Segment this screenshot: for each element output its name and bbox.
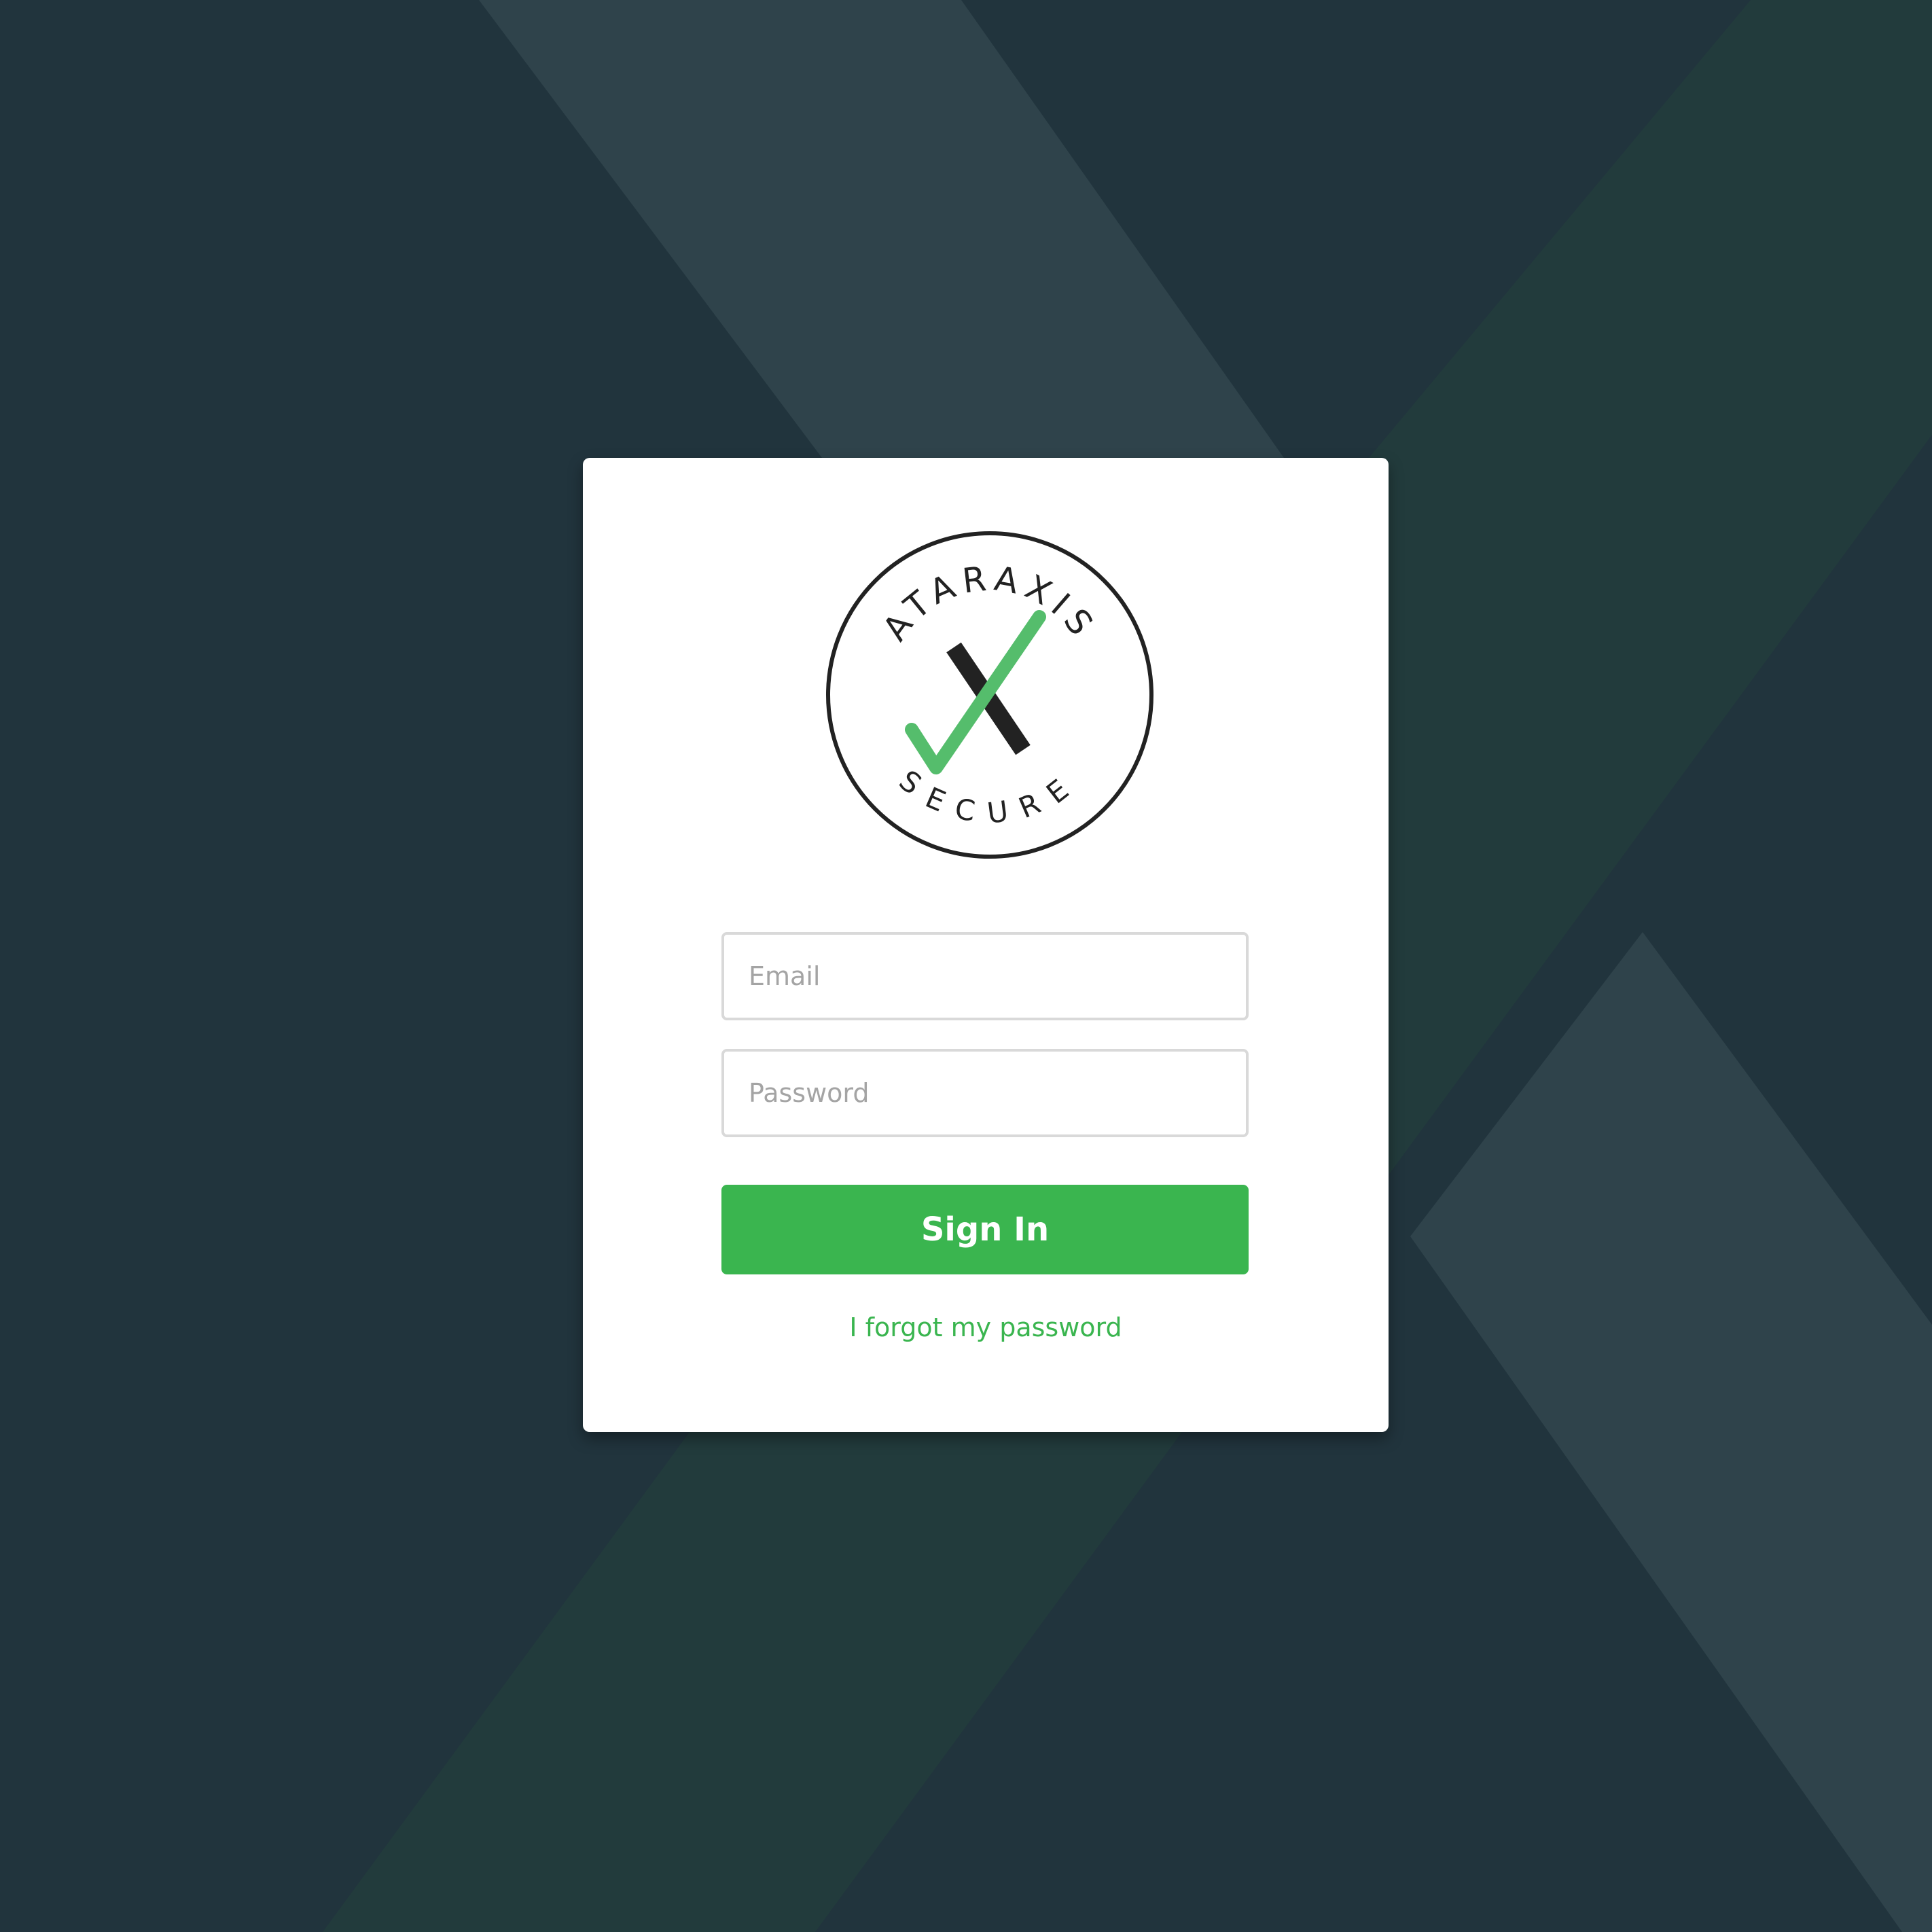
svg-text:SECURE: SECURE bbox=[893, 764, 1087, 830]
password-field[interactable] bbox=[721, 1049, 1249, 1137]
svg-text:ATARAXIS: ATARAXIS bbox=[875, 558, 1105, 648]
login-card: ATARAXIS SECURE Sign In I forgot my pass… bbox=[583, 458, 1389, 1432]
forgot-password-link[interactable]: I forgot my password bbox=[583, 1312, 1389, 1342]
ataraxis-secure-logo-icon: ATARAXIS SECURE bbox=[826, 531, 1153, 859]
email-field[interactable] bbox=[721, 932, 1249, 1020]
sign-in-button[interactable]: Sign In bbox=[721, 1185, 1249, 1274]
